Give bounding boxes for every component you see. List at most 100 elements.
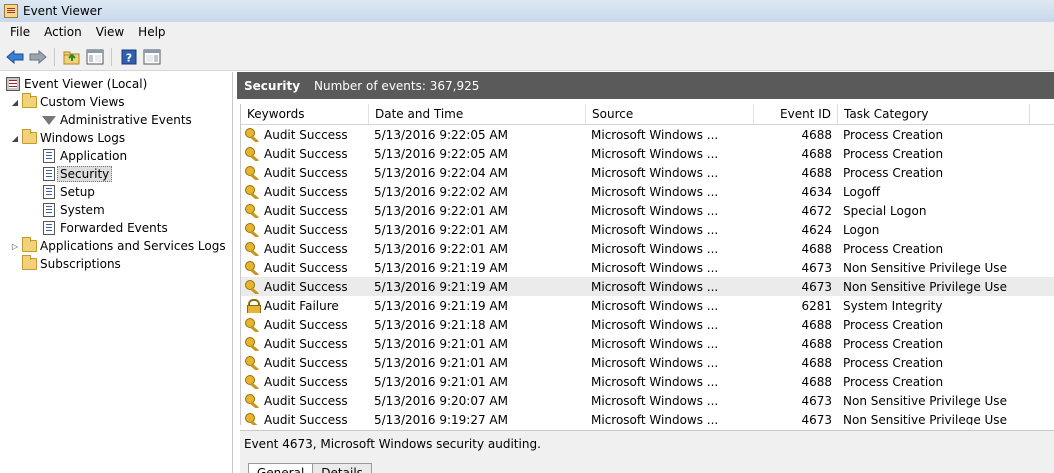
forward-arrow-icon[interactable] (27, 46, 48, 67)
event-count: Number of events: 367,925 (314, 78, 480, 93)
tree-item-security[interactable]: Security (0, 165, 232, 183)
title-bar: Event Viewer (0, 0, 1054, 22)
table-row[interactable]: Audit Success 5/13/2016 9:22:05 AM Microso… (241, 144, 1054, 163)
table-header: Keywords Date and Time Source Event ID T… (241, 104, 1054, 125)
cell-task-category: Logoff (843, 184, 881, 199)
column-header-date-time[interactable]: Date and Time (369, 104, 586, 124)
keyword-text: Audit Success (264, 260, 348, 275)
tab-general[interactable]: General (248, 463, 314, 473)
table-row[interactable]: Audit Success 5/13/2016 9:20:07 AM Microso… (241, 391, 1054, 410)
show-hide-action-pane-icon[interactable] (141, 46, 162, 67)
help-icon[interactable]: ? (118, 46, 139, 67)
column-header-source[interactable]: Source (586, 104, 754, 124)
cell-event-id: 6281 (801, 298, 832, 313)
tree-item-setup[interactable]: Setup (0, 183, 232, 201)
tree-item-administrative-events[interactable]: Administrative Events (0, 111, 232, 129)
cell-event-id: 4688 (801, 127, 832, 142)
key-icon (245, 412, 261, 426)
cell-event-id: 4688 (801, 374, 832, 389)
table-row[interactable]: Audit Success 5/13/2016 9:21:19 AM Microso… (241, 258, 1054, 277)
table-row[interactable]: Audit Success 5/13/2016 9:22:01 AM Microso… (241, 239, 1054, 258)
cell-source: Microsoft Windows ... (591, 393, 719, 408)
log-icon (41, 184, 57, 200)
detail-tabs: General Details (248, 463, 372, 473)
table-row[interactable]: Audit Success 5/13/2016 9:21:01 AM Microso… (241, 353, 1054, 372)
folder-icon (21, 129, 37, 146)
cell-source: Microsoft Windows ... (591, 355, 719, 370)
column-header-keywords[interactable]: Keywords (241, 104, 369, 124)
key-icon (245, 317, 261, 332)
cell-date-time: 5/13/2016 9:22:01 AM (374, 241, 508, 256)
table-row[interactable]: Audit Success 5/13/2016 9:22:04 AM Microso… (241, 163, 1054, 182)
cell-keywords: Audit Success (241, 146, 369, 161)
cell-source: Microsoft Windows ... (591, 336, 719, 351)
keyword-text: Audit Success (264, 127, 348, 142)
tree-item-subscriptions[interactable]: Subscriptions (0, 255, 232, 273)
cell-event-id: 4688 (801, 146, 832, 161)
tree-label: System (60, 203, 105, 217)
folder-icon (21, 237, 37, 254)
event-detail-title: Event 4673, Microsoft Windows security a… (244, 437, 541, 451)
tree-item-root[interactable]: Event Viewer (Local) (0, 75, 232, 93)
expanded-arrow-icon[interactable]: ◢ (9, 134, 21, 143)
tree-item-custom-views[interactable]: ◢ Custom Views (0, 93, 232, 111)
menu-action[interactable]: Action (37, 23, 89, 42)
menu-help[interactable]: Help (131, 23, 172, 42)
cell-keywords: Audit Success (241, 374, 369, 389)
key-icon (245, 184, 261, 199)
cell-task-category: Process Creation (843, 165, 944, 180)
cell-date-time: 5/13/2016 9:22:01 AM (374, 203, 508, 218)
table-row[interactable]: Audit Success 5/13/2016 9:21:18 AM Microso… (241, 315, 1054, 334)
table-row[interactable]: Audit Success 5/13/2016 9:22:01 AM Microso… (241, 220, 1054, 239)
cell-event-id: 4688 (801, 336, 832, 351)
cell-task-category: Process Creation (843, 241, 944, 256)
window-title: Event Viewer (23, 4, 102, 18)
table-row[interactable]: Audit Success 5/13/2016 9:21:01 AM Microso… (241, 372, 1054, 391)
back-arrow-icon[interactable] (4, 46, 25, 67)
cell-keywords: Audit Success (241, 241, 369, 256)
cell-source: Microsoft Windows ... (591, 203, 719, 218)
tree-label: Windows Logs (40, 131, 126, 145)
cell-task-category: System Integrity (843, 298, 943, 313)
tree-item-windows-logs[interactable]: ◢ Windows Logs (0, 129, 232, 147)
cell-keywords: Audit Success (241, 336, 369, 351)
cell-task-category: Process Creation (843, 127, 944, 142)
tree-label: Forwarded Events (60, 221, 168, 235)
menu-view[interactable]: View (89, 23, 131, 42)
table-row[interactable]: Audit Success 5/13/2016 9:21:19 AM Microso… (241, 277, 1054, 296)
event-viewer-app-icon (4, 4, 18, 18)
cell-keywords: Audit Success (241, 127, 369, 142)
tree-item-apps-services[interactable]: ▷ Applications and Services Logs (0, 237, 232, 255)
up-folder-icon[interactable] (61, 46, 82, 67)
tree-item-application[interactable]: Application (0, 147, 232, 165)
cell-keywords: Audit Success (241, 260, 369, 275)
table-row[interactable]: Audit Success 5/13/2016 9:22:02 AM Microso… (241, 182, 1054, 201)
tree-label: Event Viewer (Local) (24, 77, 148, 91)
menu-bar: File Action View Help (0, 22, 1054, 43)
event-list-pane: Security Number of events: 367,925 Keywo… (237, 72, 1054, 473)
navigation-tree: Event Viewer (Local) ◢ Custom Views Admi… (0, 72, 233, 473)
collapsed-arrow-icon[interactable]: ▷ (9, 242, 21, 251)
key-icon (245, 241, 261, 256)
column-header-task-category[interactable]: Task Category (838, 104, 1030, 124)
key-icon (245, 336, 261, 351)
tree-item-system[interactable]: System (0, 201, 232, 219)
tab-details[interactable]: Details (312, 463, 372, 473)
cell-event-id: 4673 (801, 393, 832, 408)
table-row[interactable]: Audit Success 5/13/2016 9:22:01 AM Microso… (241, 201, 1054, 220)
table-row[interactable]: Audit Success 5/13/2016 9:22:05 AM Microso… (241, 125, 1054, 144)
tree-item-forwarded-events[interactable]: Forwarded Events (0, 219, 232, 237)
table-row[interactable]: Audit Failure 5/13/2016 9:21:19 AM Microso… (241, 296, 1054, 315)
toolbar-separator (54, 47, 55, 66)
table-row[interactable]: Audit Success 5/13/2016 9:19:27 AM Microso… (241, 410, 1054, 425)
show-hide-tree-icon[interactable] (84, 46, 105, 67)
cell-task-category: Non Sensitive Privilege Use (843, 412, 1007, 426)
expanded-arrow-icon[interactable]: ◢ (9, 98, 21, 107)
column-header-event-id[interactable]: Event ID (754, 104, 838, 124)
cell-date-time: 5/13/2016 9:21:01 AM (374, 336, 508, 351)
table-row[interactable]: Audit Success 5/13/2016 9:21:01 AM Microso… (241, 334, 1054, 353)
menu-file[interactable]: File (3, 23, 37, 42)
svg-text:?: ? (125, 51, 131, 64)
cell-date-time: 5/13/2016 9:19:27 AM (374, 412, 508, 426)
cell-event-id: 4624 (801, 222, 832, 237)
